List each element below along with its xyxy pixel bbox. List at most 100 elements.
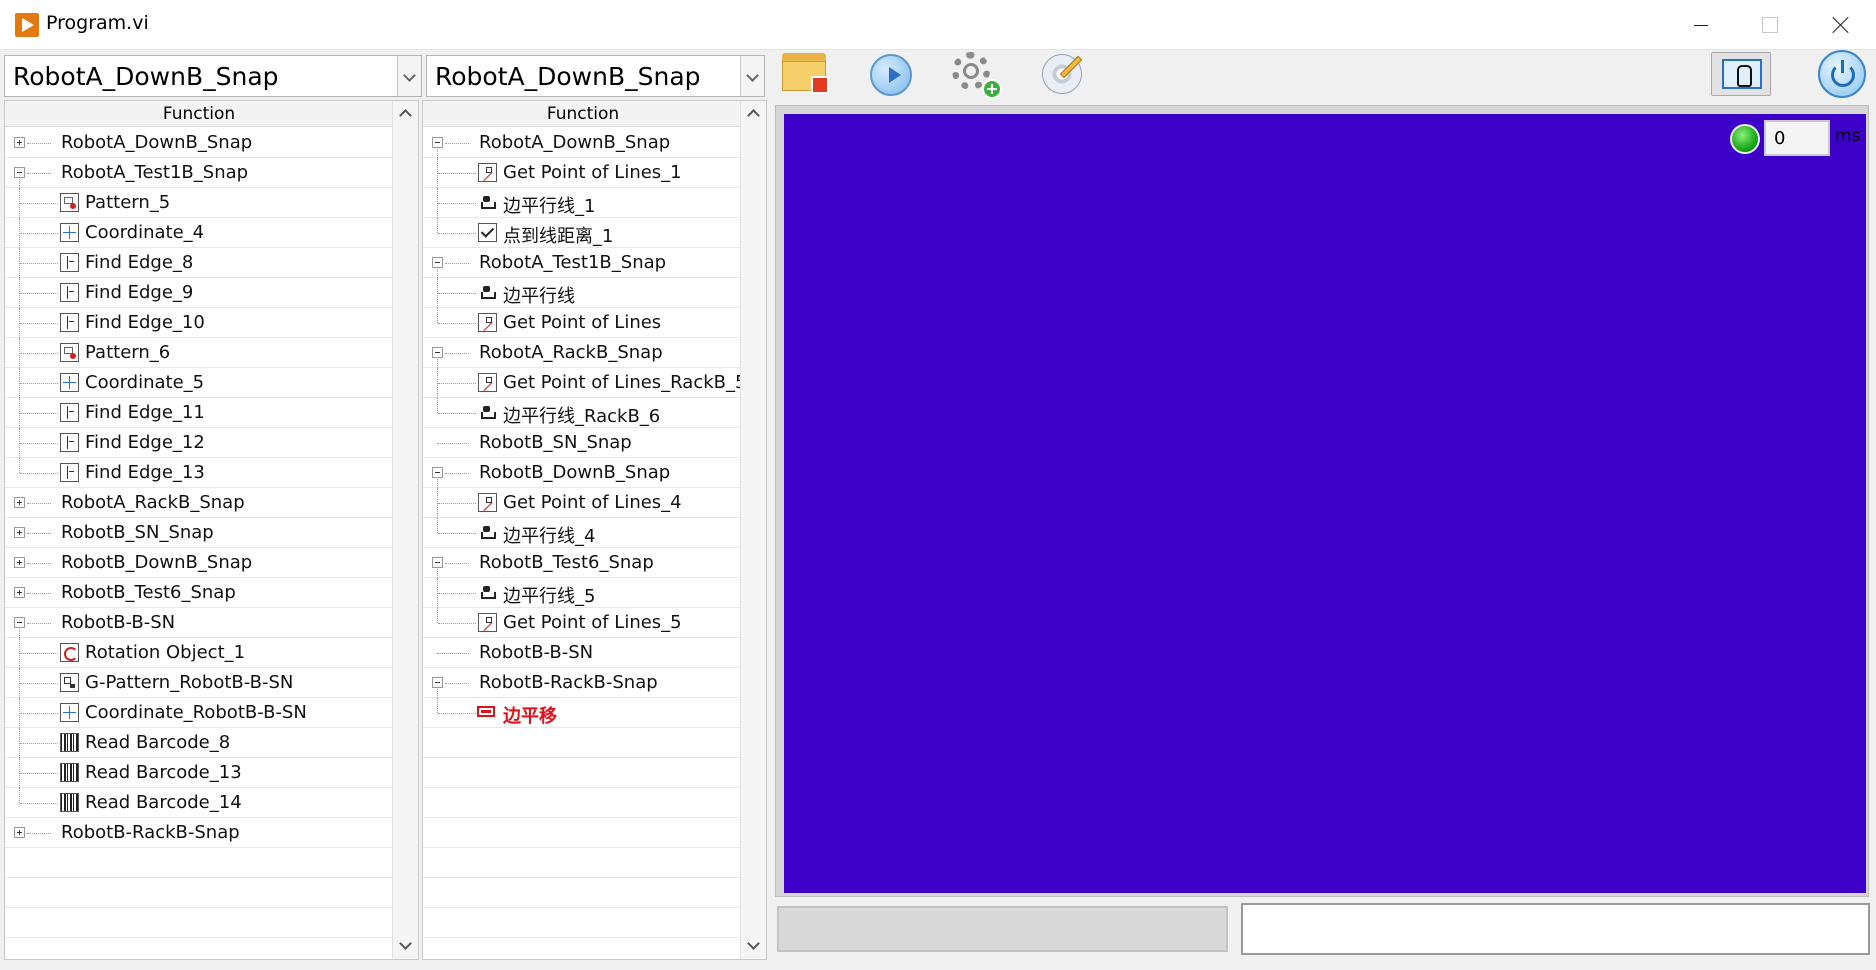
tree-item-group[interactable]: RobotB-B-SN [5, 608, 393, 638]
robot-icon [481, 406, 496, 419]
collapse-minus-icon[interactable] [14, 617, 25, 628]
tree-item-group[interactable]: RobotB-RackB-Snap [5, 818, 393, 848]
tree-item-group[interactable]: RobotB_SN_Snap [423, 428, 743, 458]
tree-connector [445, 683, 469, 684]
tree-item[interactable]: Find Edge_9 [5, 278, 393, 308]
expand-plus-icon[interactable] [14, 557, 25, 568]
collapse-minus-icon[interactable] [14, 167, 25, 178]
tree-item[interactable]: Find Edge_12 [5, 428, 393, 458]
expand-plus-icon[interactable] [14, 587, 25, 598]
collapse-minus-icon[interactable] [432, 557, 443, 568]
tree-connector [445, 353, 469, 354]
close-button[interactable] [1806, 0, 1870, 50]
run-icon[interactable] [864, 48, 920, 98]
get-point-icon [478, 373, 497, 392]
empty-row [423, 878, 743, 908]
scroll-down-icon[interactable] [740, 933, 766, 959]
collapse-minus-icon[interactable] [432, 677, 443, 688]
tree-item[interactable]: Pattern_5 [5, 188, 393, 218]
tree-item-group[interactable]: RobotB_SN_Snap [5, 518, 393, 548]
function-tree-left[interactable]: Function RobotA_DownB_Snap RobotA_Test1B_… [4, 100, 419, 960]
chevron-down-icon[interactable] [397, 56, 421, 96]
tree-item-group[interactable]: RobotA_RackB_Snap [5, 488, 393, 518]
scroll-down-icon[interactable] [392, 933, 418, 959]
tree-item[interactable]: Rotation Object_1 [5, 638, 393, 668]
tree-item-group[interactable]: RobotB_Test6_Snap [5, 578, 393, 608]
collapse-minus-icon[interactable] [432, 467, 443, 478]
tree-item[interactable]: Get Point of Lines_1 [423, 158, 743, 188]
tree-item-group[interactable]: RobotA_DownB_Snap [5, 128, 393, 158]
hand-tool-button[interactable] [1711, 52, 1771, 96]
collapse-minus-icon[interactable] [432, 137, 443, 148]
tree-item-group[interactable]: RobotB_DownB_Snap [5, 548, 393, 578]
image-canvas[interactable]: 0 ms [784, 114, 1866, 893]
expand-plus-icon[interactable] [14, 137, 25, 148]
tree-item[interactable]: 边平行线_RackB_6 [423, 398, 743, 428]
tree-connector [27, 533, 51, 534]
scroll-up-icon[interactable] [392, 101, 418, 127]
tree-item[interactable]: 边平行线_1 [423, 188, 743, 218]
tree-item[interactable]: Find Edge_13 [5, 458, 393, 488]
tree-item-group[interactable]: RobotB_DownB_Snap [423, 458, 743, 488]
tree-item-group[interactable]: RobotB-B-SN [423, 638, 743, 668]
tree-connector [437, 698, 438, 713]
tree-item-label: Read Barcode_14 [85, 792, 242, 813]
robot-icon [481, 286, 496, 299]
disc-edit-icon[interactable] [1036, 48, 1092, 98]
tree-item[interactable]: 边平行线_4 [423, 518, 743, 548]
get-point-icon [478, 313, 497, 332]
get-point-icon [478, 493, 497, 512]
column-header-function[interactable]: Function [5, 101, 393, 127]
find-edge-icon [60, 313, 79, 332]
tree-item[interactable]: Coordinate_4 [5, 218, 393, 248]
tree-item-group[interactable]: RobotA_DownB_Snap [423, 128, 743, 158]
tree-item-group[interactable]: RobotB-RackB-Snap [423, 668, 743, 698]
tree-item[interactable]: 点到线距离_1 [423, 218, 743, 248]
tree-item[interactable]: Read Barcode_8 [5, 728, 393, 758]
function-tree-right[interactable]: Function RobotA_DownB_Snap Get Point of L… [422, 100, 767, 960]
tree-item[interactable]: G-Pattern_RobotB-B-SN [5, 668, 393, 698]
power-icon[interactable] [1818, 50, 1866, 98]
expand-plus-icon[interactable] [14, 827, 25, 838]
program-select-left[interactable]: RobotA_DownB_Snap [4, 55, 422, 97]
tree-item[interactable]: Find Edge_11 [5, 398, 393, 428]
column-header-function[interactable]: Function [423, 101, 743, 127]
tree-item[interactable]: Read Barcode_13 [5, 758, 393, 788]
tree-item[interactable]: Get Point of Lines_RackB_5 [423, 368, 746, 398]
collapse-minus-icon[interactable] [432, 257, 443, 268]
tree-item[interactable]: Find Edge_10 [5, 308, 393, 338]
vertical-scrollbar[interactable] [740, 101, 766, 959]
tree-item[interactable]: Pattern_6 [5, 338, 393, 368]
tree-item[interactable]: Get Point of Lines [423, 308, 743, 338]
tree-item[interactable]: Read Barcode_14 [5, 788, 393, 818]
tree-item-label: 边平行线 [503, 286, 575, 307]
tree-item[interactable]: Get Point of Lines_4 [423, 488, 743, 518]
tree-item[interactable]: Coordinate_5 [5, 368, 393, 398]
expand-plus-icon[interactable] [14, 527, 25, 538]
minimize-button[interactable] [1668, 0, 1732, 50]
chevron-down-icon[interactable] [740, 56, 764, 96]
status-field-right[interactable] [1241, 903, 1870, 955]
open-folder-icon[interactable] [779, 48, 835, 98]
program-select-right[interactable]: RobotA_DownB_Snap [426, 55, 765, 97]
tree-item[interactable]: 边平行线 [423, 278, 743, 308]
tree-item[interactable]: Find Edge_8 [5, 248, 393, 278]
tree-item[interactable]: 边平行线_5 [423, 578, 743, 608]
tree-connector [20, 743, 58, 744]
tree-connector [438, 413, 476, 414]
tree-item[interactable]: 边平移 [423, 698, 743, 728]
collapse-minus-icon[interactable] [432, 347, 443, 358]
gear-add-icon[interactable] [948, 48, 1004, 99]
tree-item-group[interactable]: RobotA_Test1B_Snap [423, 248, 743, 278]
tree-item-group[interactable]: RobotA_RackB_Snap [423, 338, 743, 368]
tree-item-label: Find Edge_13 [85, 462, 205, 483]
maximize-button[interactable] [1736, 0, 1800, 50]
tree-connector [20, 803, 58, 804]
expand-plus-icon[interactable] [14, 497, 25, 508]
tree-item-group[interactable]: RobotB_Test6_Snap [423, 548, 743, 578]
vertical-scrollbar[interactable] [392, 101, 418, 959]
tree-item[interactable]: Get Point of Lines_5 [423, 608, 743, 638]
scroll-up-icon[interactable] [740, 101, 766, 127]
tree-item-group[interactable]: RobotA_Test1B_Snap [5, 158, 393, 188]
tree-item[interactable]: Coordinate_RobotB-B-SN [5, 698, 393, 728]
